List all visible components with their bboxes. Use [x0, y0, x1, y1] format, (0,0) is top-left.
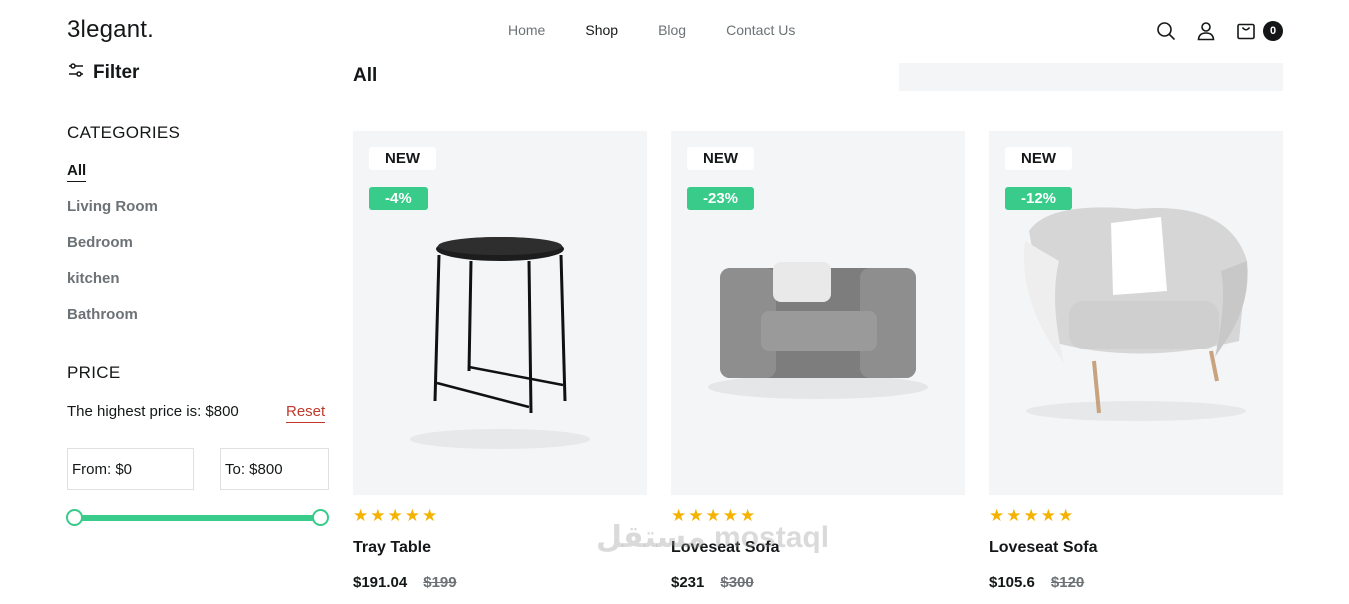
- star-icon: ★: [671, 506, 687, 525]
- star-icon: ★: [387, 506, 403, 525]
- product-name[interactable]: Loveseat Sofa: [989, 539, 1283, 557]
- product-price-row: $105.6 $120: [989, 574, 1283, 591]
- star-icon: ★: [353, 506, 369, 525]
- logo[interactable]: 3legant.: [67, 16, 154, 44]
- shopping-bag-icon: [1235, 20, 1257, 42]
- price-slider-min-handle[interactable]: [66, 509, 83, 526]
- sofa-image: [708, 262, 928, 399]
- product-card[interactable]: NEW -23% ★ ★ ★ ★ ★ Loveseat Sofa $231 $300: [671, 131, 965, 591]
- category-all[interactable]: All: [67, 162, 158, 198]
- nav-shop[interactable]: Shop: [585, 22, 618, 38]
- star-icon: ★: [989, 506, 1005, 525]
- nav-blog[interactable]: Blog: [658, 22, 686, 38]
- discount-badge: -4%: [369, 187, 428, 210]
- nav-contact-us[interactable]: Contact Us: [726, 22, 795, 38]
- product-image[interactable]: NEW -12%: [989, 131, 1283, 495]
- star-icon: ★: [1040, 506, 1056, 525]
- armchair-image: [1024, 207, 1248, 421]
- star-icon: ★: [404, 506, 420, 525]
- category-living-room[interactable]: Living Room: [67, 198, 158, 234]
- filter-label: Filter: [93, 62, 140, 83]
- cart-count-badge: 0: [1263, 21, 1283, 41]
- sort-dropdown[interactable]: [899, 63, 1283, 91]
- price-from-field[interactable]: From: $0: [67, 448, 194, 490]
- star-icon: ★: [688, 506, 704, 525]
- product-image[interactable]: NEW -4%: [353, 131, 647, 495]
- product-old-price: $300: [720, 574, 754, 591]
- rating-stars: ★ ★ ★ ★ ★: [989, 506, 1283, 525]
- star-icon: ★: [422, 506, 438, 525]
- page-title: All: [353, 65, 378, 86]
- search-icon[interactable]: [1155, 20, 1177, 42]
- category-list: All Living Room Bedroom kitchen Bathroom: [67, 162, 158, 342]
- filter-toggle[interactable]: Filter: [67, 62, 139, 84]
- price-heading: PRICE: [67, 363, 121, 382]
- star-icon: ★: [1023, 506, 1039, 525]
- user-icon[interactable]: [1195, 20, 1217, 42]
- star-icon: ★: [705, 506, 721, 525]
- highest-price-note: The highest price is: $800: [67, 403, 239, 420]
- product-name[interactable]: Tray Table: [353, 539, 647, 557]
- category-kitchen[interactable]: kitchen: [67, 270, 158, 306]
- star-icon: ★: [740, 506, 756, 525]
- product-old-price: $199: [423, 574, 457, 591]
- main-nav: Home Shop Blog Contact Us: [508, 22, 835, 38]
- category-bathroom[interactable]: Bathroom: [67, 306, 158, 342]
- price-to-field[interactable]: To: $800: [220, 448, 329, 490]
- cart-button[interactable]: 0: [1235, 20, 1283, 42]
- product-old-price: $120: [1050, 574, 1085, 591]
- new-badge: NEW: [687, 147, 754, 170]
- category-bedroom[interactable]: Bedroom: [67, 234, 158, 270]
- rating-stars: ★ ★ ★ ★ ★: [353, 506, 647, 525]
- reset-button[interactable]: Reset: [286, 403, 326, 423]
- tray-table-image: [410, 237, 590, 449]
- price-slider-max-handle[interactable]: [312, 509, 329, 526]
- header-icons: 0: [1155, 20, 1283, 42]
- star-icon: ★: [1058, 506, 1074, 525]
- star-icon: ★: [1006, 506, 1022, 525]
- new-badge: NEW: [369, 147, 436, 170]
- product-card[interactable]: NEW -12% ★ ★ ★ ★ ★ Loveseat Sofa $105.6 $120: [989, 131, 1283, 591]
- product-price: $231: [671, 574, 705, 591]
- star-icon: ★: [722, 506, 738, 525]
- sliders-icon: [67, 62, 85, 84]
- product-price-row: $191.04 $199: [353, 574, 647, 591]
- discount-badge: -23%: [687, 187, 755, 210]
- new-badge: NEW: [1005, 147, 1072, 170]
- price-range-track[interactable]: [75, 515, 321, 521]
- discount-badge: -12%: [1005, 187, 1073, 210]
- product-price: $191.04: [353, 574, 408, 591]
- star-icon: ★: [370, 506, 386, 525]
- categories-heading: CATEGORIES: [67, 123, 181, 142]
- product-image[interactable]: NEW -23%: [671, 131, 965, 495]
- product-price-row: $231 $300: [671, 574, 965, 591]
- nav-home[interactable]: Home: [508, 22, 545, 38]
- product-name[interactable]: Loveseat Sofa: [671, 539, 965, 557]
- product-price: $105.6: [989, 574, 1035, 591]
- rating-stars: ★ ★ ★ ★ ★: [671, 506, 965, 525]
- product-card[interactable]: NEW -4% ★ ★ ★ ★ ★ Tray Table $191.04 $199: [353, 131, 647, 591]
